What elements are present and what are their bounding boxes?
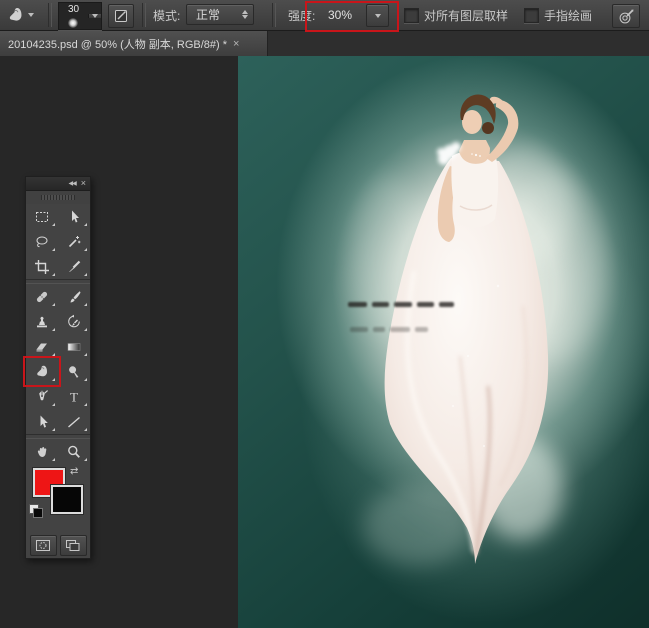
hand-icon [34,444,50,460]
history-brush-icon [66,314,82,330]
chevron-down-icon [28,13,34,17]
path-selection-icon [34,414,50,430]
eyedropper-icon [66,259,82,275]
brush-picker-arrow[interactable] [88,14,101,18]
finger-painting-checkbox[interactable] [524,8,539,23]
photoshop-window: { "options_bar": { "tool_preset": { "ico… [0,0,649,628]
options-bar: 30 模式: 正常 强度: 30% 对所有图层取样 手指绘画 [0,0,649,31]
tool-smudge[interactable] [26,359,58,384]
brush-icon [66,289,82,305]
tool-zoom[interactable] [58,439,90,464]
pen-icon [34,389,50,405]
tool-type[interactable]: T [58,384,90,409]
mode-value: 正常 [196,6,220,23]
rectangular-marquee-icon [34,209,50,225]
quick-mask-icon [35,539,51,552]
strength-highlight-box [305,1,399,32]
clone-stamp-icon [34,314,50,330]
chevron-down-icon [92,14,98,18]
separator [48,3,52,27]
tool-line[interactable] [58,409,90,434]
zoom-icon [66,444,82,460]
tool-lasso[interactable] [26,229,58,254]
watermark-remnant-faint [350,327,428,332]
type-icon: T [66,389,82,405]
tool-eraser[interactable] [26,334,58,359]
document-tab-bar: 20104235.psd @ 50% (人物 副本, RGB/8#) * × [0,30,649,56]
panel-grip[interactable] [26,191,90,204]
swap-colors-icon[interactable]: ⇄ [70,466,78,477]
finger-painting-label: 手指绘画 [544,0,592,30]
close-panel-icon[interactable]: × [81,179,86,188]
line-icon [66,414,82,430]
color-swatches: ⇄ [26,464,90,532]
smudge-icon [6,6,25,25]
crop-icon [34,259,50,275]
dodge-icon [66,364,82,380]
tool-preset-picker[interactable] [6,0,34,30]
move-icon [66,209,82,225]
spot-healing-brush-icon [34,289,50,305]
soft-brush-thumbnail-icon [68,18,78,28]
tool-magic-wand[interactable] [58,229,90,254]
spinner-arrows-icon [242,10,248,19]
bride-artwork [238,56,649,628]
tool-brush[interactable] [58,284,90,309]
gradient-icon [66,339,82,355]
tool-eyedropper[interactable] [58,254,90,279]
collapse-panel-icon[interactable]: ◀◀ [69,180,76,187]
tool-rectangular-marquee[interactable] [26,204,58,229]
tool-hand[interactable] [26,439,58,464]
document-title: 20104235.psd @ 50% (人物 副本, RGB/8#) * [8,36,227,52]
tablet-pressure-icon [618,8,635,25]
canvas-image[interactable] [238,56,649,628]
lasso-icon [34,234,50,250]
mode-dropdown[interactable]: 正常 [186,4,254,25]
separator [142,3,146,27]
sample-all-layers-label: 对所有图层取样 [424,0,508,30]
background-color-swatch[interactable] [51,485,83,514]
tools-grid: T [26,204,90,464]
tool-dodge[interactable] [58,359,90,384]
toggle-brush-panel-button[interactable] [108,4,134,28]
tools-panel-header[interactable]: ◀◀ × [26,177,90,191]
tab-close-icon[interactable]: × [233,38,239,50]
screen-mode-icon [65,539,81,552]
default-black-swatch [33,508,43,518]
tool-clone-stamp[interactable] [26,309,58,334]
tool-move[interactable] [58,204,90,229]
tool-spot-healing-brush[interactable] [26,284,58,309]
screen-mode-button[interactable] [60,535,87,556]
brush-size-value: 30 [59,4,88,15]
tool-gradient[interactable] [58,334,90,359]
tool-history-brush[interactable] [58,309,90,334]
quick-mask-button[interactable] [30,535,57,556]
eraser-icon [34,339,50,355]
watermark-remnant [348,302,454,307]
grip-dots-icon [41,195,75,200]
magic-wand-icon [66,234,82,250]
brush-panel-icon [113,8,129,24]
smudge-icon [34,364,50,380]
tool-pen[interactable] [26,384,58,409]
svg-text:T: T [70,389,78,404]
default-colors-icon[interactable] [29,504,43,518]
mode-label: 模式: [153,0,180,30]
tool-crop[interactable] [26,254,58,279]
brush-preset-picker[interactable]: 30 [58,2,102,30]
separator [272,3,276,27]
tools-panel: ◀◀ × T ⇄ [25,176,91,559]
sample-all-layers-checkbox[interactable] [404,8,419,23]
tablet-pressure-button[interactable] [612,4,640,28]
tool-path-selection[interactable] [26,409,58,434]
panel-bottom-buttons [26,532,90,558]
document-tab[interactable]: 20104235.psd @ 50% (人物 副本, RGB/8#) * × [0,30,268,56]
